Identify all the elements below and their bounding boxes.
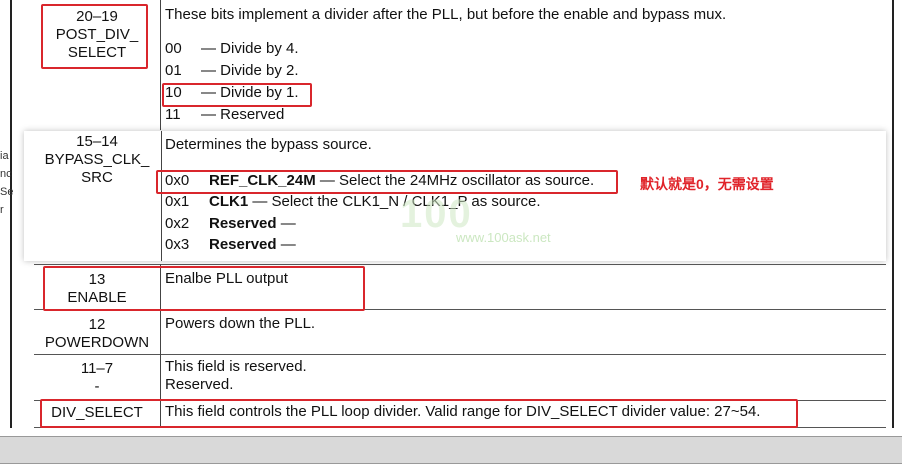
option-row: 11— Reserved [165, 106, 285, 123]
field-description: This field is reserved. [165, 358, 307, 375]
option-row: 0x1 CLK1 — Select the CLK1_N / CLK1_P as … [165, 193, 541, 210]
bottom-bar [0, 436, 902, 464]
side-fragment: Se [0, 186, 14, 198]
column-divider [161, 131, 162, 261]
highlight-box [40, 399, 798, 428]
annotation-note: 默认就是0，无需设置 [640, 176, 774, 192]
highlight-box [41, 4, 148, 69]
field-name: - [94, 378, 100, 395]
description-cell: These bits implement a divider after the… [161, 0, 884, 130]
field-name-line1: BYPASS_CLK_ [44, 151, 150, 168]
field-description: Reserved. [165, 376, 234, 393]
highlight-box [162, 83, 312, 107]
table-row-powerdown: 12 POWERDOWN Powers down the PLL. [34, 309, 884, 354]
bit-range: 15–14 [76, 133, 118, 150]
field-description: Determines the bypass source. [165, 136, 372, 153]
field-description: Powers down the PLL. [165, 315, 316, 332]
watermark-url: www.100ask.net [456, 230, 551, 245]
description-cell: Powers down the PLL. [161, 309, 884, 354]
option-row: 01— Divide by 2. [165, 62, 299, 79]
side-fragment: r [0, 204, 4, 216]
side-fragment: nc [0, 168, 12, 180]
field-cell: 11–7 - [34, 354, 161, 400]
bit-range: 12 [88, 316, 106, 333]
highlight-box [43, 266, 365, 311]
bit-range: 11–7 [80, 360, 114, 377]
field-name-line2: SRC [81, 169, 113, 186]
option-row: 00— Divide by 4. [165, 40, 299, 57]
field-description: These bits implement a divider after the… [165, 6, 727, 23]
field-name: POWERDOWN [44, 334, 150, 351]
table-row-reserved: 11–7 - This field is reserved. Reserved. [34, 354, 884, 400]
field-cell: 15–14 BYPASS_CLK_ SRC [34, 133, 160, 187]
side-fragment: ia [0, 150, 9, 162]
description-cell: This field is reserved. Reserved. [161, 354, 884, 400]
table-row-post-div-select: 20–19 POST_DIV_ SELECT These bits implem… [34, 0, 884, 130]
field-cell: 12 POWERDOWN [34, 309, 161, 354]
highlight-box [156, 170, 618, 194]
